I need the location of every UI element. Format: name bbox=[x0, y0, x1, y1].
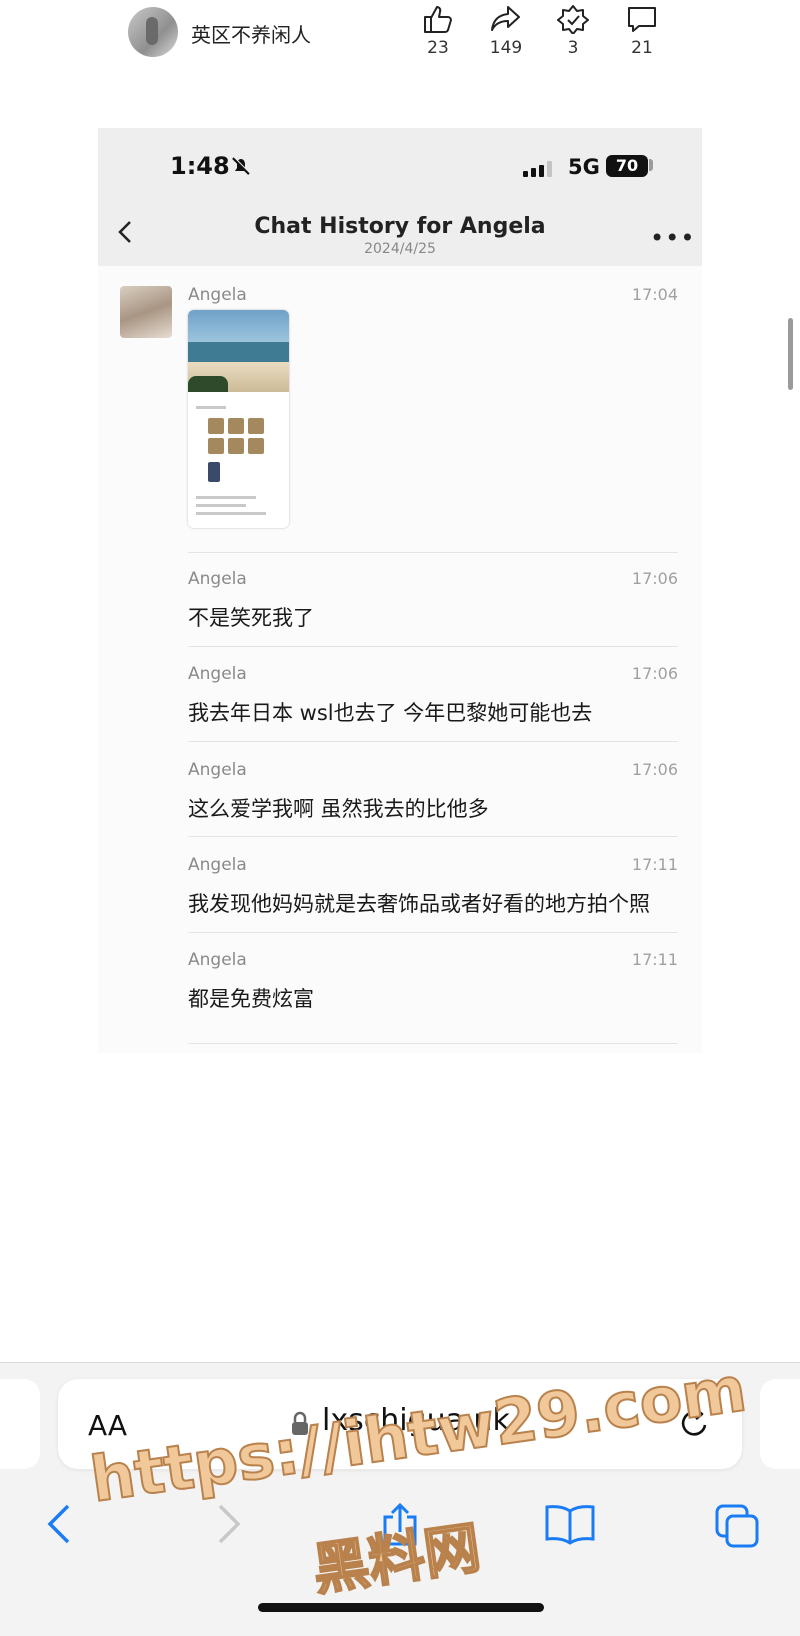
message-sender: Angela bbox=[188, 664, 247, 684]
badge-count: 3 bbox=[567, 38, 579, 58]
share-icon bbox=[491, 6, 520, 31]
author-avatar[interactable] bbox=[128, 7, 178, 57]
message-text: 不是笑死我了 bbox=[188, 606, 314, 630]
comment-icon bbox=[628, 7, 656, 32]
share-button[interactable]: 149 bbox=[471, 0, 541, 58]
divider bbox=[188, 836, 678, 837]
message-item: Angela 17:06 这么爱学我啊 虽然我去的比他多 bbox=[188, 760, 678, 821]
previous-tab-peek[interactable] bbox=[0, 1379, 40, 1469]
message-text: 都是免费炫富 bbox=[188, 987, 314, 1011]
message-item: Angela 17:11 都是免费炫富 bbox=[188, 950, 678, 1011]
page-scrollbar[interactable] bbox=[788, 318, 793, 390]
reload-icon[interactable] bbox=[678, 1405, 712, 1441]
network-label: 5G bbox=[568, 155, 600, 179]
message-sender: Angela bbox=[188, 569, 247, 589]
thumbs-up-icon bbox=[424, 6, 452, 33]
message-sender: Angela bbox=[188, 855, 247, 875]
chat-title: Chat History for Angela bbox=[254, 214, 546, 239]
text-size-button[interactable]: AA bbox=[88, 1409, 127, 1442]
status-time: 1:48 bbox=[170, 152, 230, 180]
message-time: 17:11 bbox=[631, 950, 678, 969]
message-sender: Angela bbox=[188, 285, 247, 305]
home-indicator[interactable] bbox=[258, 1603, 544, 1612]
bookmarks-icon[interactable] bbox=[544, 1503, 596, 1545]
divider bbox=[188, 932, 678, 933]
comment-button[interactable]: 21 bbox=[607, 0, 677, 58]
like-button[interactable]: 23 bbox=[403, 0, 473, 58]
message-sender: Angela bbox=[188, 760, 247, 780]
message-time: 17:11 bbox=[631, 855, 678, 874]
more-icon: ••• bbox=[650, 224, 696, 252]
lock-icon bbox=[292, 1411, 308, 1435]
phone-header: 1:48 5G 70 Chat History for Angela 2024/… bbox=[98, 128, 702, 266]
browser-chrome: AA lxschigua.uk bbox=[0, 1362, 800, 1636]
divider bbox=[188, 552, 678, 553]
divider bbox=[188, 1043, 678, 1044]
share-sheet-icon[interactable] bbox=[380, 1503, 420, 1547]
back-icon[interactable] bbox=[46, 1503, 72, 1545]
message-time: 17:06 bbox=[631, 569, 678, 588]
battery-cap bbox=[649, 159, 653, 171]
battery-level: 70 bbox=[606, 155, 648, 177]
message-text: 我去年日本 wsl也去了 今年巴黎她可能也去 bbox=[188, 701, 593, 725]
message-time: 17:06 bbox=[631, 760, 678, 779]
message-item: Angela 17:11 我发现他妈妈就是去奢饰品或者好看的地方拍个照 bbox=[188, 855, 678, 916]
url-text[interactable]: lxschigua.uk bbox=[322, 1403, 510, 1438]
like-count: 23 bbox=[427, 38, 449, 58]
post-header: 英区不养闲人 23 149 3 21 bbox=[0, 0, 800, 80]
badge-icon bbox=[557, 5, 589, 34]
message-text: 这么爱学我啊 虽然我去的比他多 bbox=[188, 797, 489, 821]
address-bar[interactable]: AA lxschigua.uk bbox=[58, 1379, 742, 1469]
chat-history-screenshot: 1:48 5G 70 Chat History for Angela 2024/… bbox=[98, 128, 702, 1053]
message-sender: Angela bbox=[188, 950, 247, 970]
tabs-icon[interactable] bbox=[714, 1503, 762, 1549]
comment-count: 21 bbox=[631, 38, 653, 58]
chat-date: 2024/4/25 bbox=[364, 241, 436, 257]
message-item: Angela 17:06 我去年日本 wsl也去了 今年巴黎她可能也去 bbox=[188, 664, 678, 725]
message-text: 我发现他妈妈就是去奢饰品或者好看的地方拍个照 bbox=[188, 892, 650, 916]
silent-bell-icon bbox=[232, 156, 251, 175]
next-tab-peek[interactable] bbox=[760, 1379, 800, 1469]
message-time: 17:04 bbox=[631, 285, 678, 304]
angela-avatar bbox=[120, 286, 172, 338]
message-item: Angela 17:06 不是笑死我了 bbox=[188, 569, 678, 630]
share-count: 149 bbox=[489, 38, 523, 58]
divider bbox=[188, 741, 678, 742]
badge-button[interactable]: 3 bbox=[538, 0, 608, 58]
forward-icon[interactable] bbox=[216, 1503, 242, 1545]
signal-icon bbox=[523, 161, 552, 177]
message-time: 17:06 bbox=[631, 664, 678, 683]
shared-image bbox=[188, 310, 289, 528]
divider bbox=[188, 646, 678, 647]
author-name[interactable]: 英区不养闲人 bbox=[191, 19, 311, 48]
